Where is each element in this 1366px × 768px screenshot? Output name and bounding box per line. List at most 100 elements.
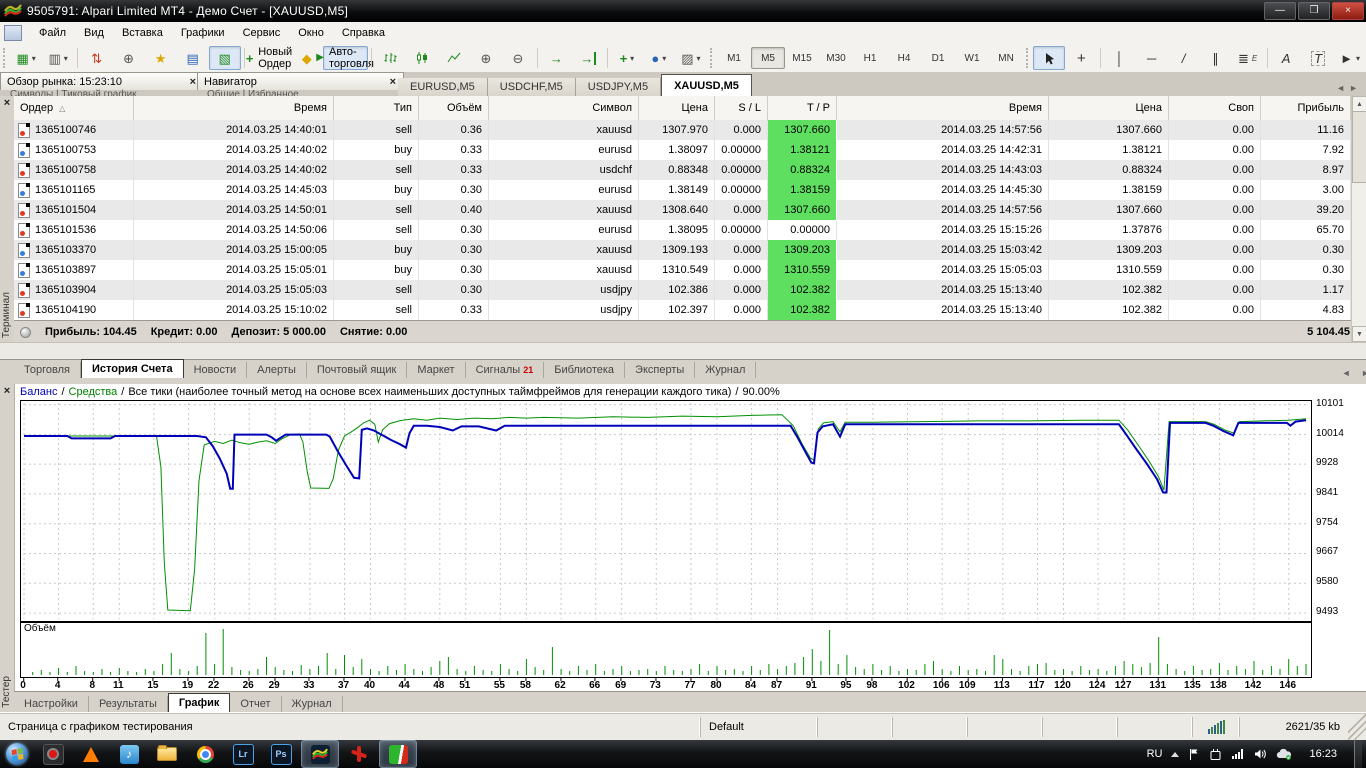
chart-shift-button[interactable]: → bbox=[572, 46, 604, 70]
cloud-sync-icon[interactable] bbox=[1276, 748, 1292, 760]
tab-Отчет[interactable]: Отчет bbox=[230, 696, 281, 712]
zoom-in-button[interactable]: ⊕ bbox=[470, 46, 502, 70]
column-header-10[interactable]: Своп bbox=[1169, 96, 1261, 120]
tab-График[interactable]: График bbox=[168, 693, 231, 712]
column-header-1[interactable]: Время bbox=[134, 96, 334, 120]
terminal-close-button[interactable]: × bbox=[1, 98, 13, 110]
column-header-3[interactable]: Объём bbox=[419, 96, 489, 120]
taskbar-app-mt4[interactable] bbox=[301, 740, 339, 768]
resize-grip[interactable] bbox=[1348, 713, 1366, 741]
history-row-1365103897[interactable]: 13651038972014.03.25 15:05:01buy0.30xauu… bbox=[14, 260, 1351, 281]
child-window-icon[interactable] bbox=[4, 25, 22, 41]
toolbar-grip3[interactable] bbox=[1026, 48, 1030, 68]
column-header-7[interactable]: T / P bbox=[768, 96, 837, 120]
text-label-button[interactable]: T bbox=[1302, 46, 1334, 70]
tab-Торговля[interactable]: Торговля bbox=[14, 362, 81, 378]
taskbar-app-vlc[interactable] bbox=[73, 741, 109, 767]
autotrading-button[interactable]: ▶Авто-торговля bbox=[323, 46, 368, 70]
timeframe-W1[interactable]: W1 bbox=[955, 47, 989, 69]
scroll-up-button[interactable]: ▲ bbox=[1352, 96, 1366, 112]
column-header-6[interactable]: S / L bbox=[715, 96, 768, 120]
market-watch-panel-tab[interactable]: Обзор рынка: 15:23:10 × bbox=[0, 72, 204, 90]
menu-Вставка[interactable]: Вставка bbox=[113, 24, 172, 42]
horizontal-line-button[interactable]: ─ bbox=[1136, 46, 1168, 70]
timeframe-MN[interactable]: MN bbox=[989, 47, 1023, 69]
show-desktop-button[interactable] bbox=[1354, 740, 1362, 768]
column-header-2[interactable]: Тип bbox=[334, 96, 419, 120]
menu-Вид[interactable]: Вид bbox=[75, 24, 113, 42]
chart-tab-USDCHF,M5[interactable]: USDCHF,M5 bbox=[488, 78, 576, 96]
taskbar-app-antivirus[interactable] bbox=[341, 741, 377, 767]
timeframe-M30[interactable]: M30 bbox=[819, 47, 853, 69]
volume-chart[interactable]: Объём bbox=[20, 622, 1312, 678]
history-row-1365101165[interactable]: 13651011652014.03.25 14:45:03buy0.30euru… bbox=[14, 180, 1351, 201]
start-button[interactable] bbox=[0, 741, 34, 767]
toolbar-grip2[interactable] bbox=[710, 48, 714, 68]
history-row-1365103370[interactable]: 13651033702014.03.25 15:00:05buy0.30xauu… bbox=[14, 240, 1351, 261]
timeframe-H1[interactable]: H1 bbox=[853, 47, 887, 69]
fibonacci-button[interactable]: ≣E bbox=[1232, 46, 1264, 70]
tester-close-button[interactable]: × bbox=[1, 386, 13, 398]
column-header-0[interactable]: Ордер△ bbox=[14, 96, 134, 120]
taskbar-app-explorer[interactable] bbox=[149, 741, 185, 767]
zoom-out-button[interactable]: ⊖ bbox=[502, 46, 534, 70]
history-row-1365101504[interactable]: 13651015042014.03.25 14:50:01sell0.40xau… bbox=[14, 200, 1351, 221]
tab-Почтовый ящик[interactable]: Почтовый ящик bbox=[307, 362, 407, 378]
arrows-palette-button[interactable]: ►▾ bbox=[1334, 46, 1366, 70]
strategy-tester-button[interactable]: ▧ bbox=[209, 46, 241, 70]
vertical-line-button[interactable]: │ bbox=[1104, 46, 1136, 70]
tray-expand-icon[interactable] bbox=[1171, 752, 1179, 757]
menu-Сервис[interactable]: Сервис bbox=[234, 24, 290, 42]
taskbar-clock[interactable]: 16:23 bbox=[1301, 748, 1345, 760]
history-row-1365100746[interactable]: 13651007462014.03.25 14:40:01sell0.36xau… bbox=[14, 120, 1351, 141]
menu-Графики[interactable]: Графики bbox=[172, 24, 234, 42]
auto-scroll-button[interactable]: → bbox=[540, 46, 572, 70]
bar-chart-button[interactable] bbox=[374, 46, 406, 70]
chart-tab-USDJPY,M5[interactable]: USDJPY,M5 bbox=[576, 78, 661, 96]
terminal-button[interactable]: ▤ bbox=[177, 46, 209, 70]
line-chart-button[interactable] bbox=[438, 46, 470, 70]
market-watch-button[interactable]: ⇅ bbox=[81, 46, 113, 70]
timeframe-D1[interactable]: D1 bbox=[921, 47, 955, 69]
maximize-button[interactable]: ❒ bbox=[1298, 2, 1330, 20]
taskbar-app-chrome[interactable] bbox=[187, 741, 223, 767]
cursor-button[interactable] bbox=[1033, 46, 1065, 70]
tab-Алерты[interactable]: Алерты bbox=[247, 362, 307, 378]
new-chart-button[interactable]: ▦▾ bbox=[10, 46, 42, 70]
tab-Библиотека[interactable]: Библиотека bbox=[544, 362, 625, 378]
data-window-button[interactable]: ⊕ bbox=[113, 46, 145, 70]
navigator-panel-tab[interactable]: Навигатор × bbox=[197, 72, 404, 90]
navigator-subtabs[interactable]: Общие | Избранное bbox=[197, 89, 402, 96]
profiles-button[interactable]: ▥▾ bbox=[42, 46, 74, 70]
history-row-1365104190[interactable]: 13651041902014.03.25 15:10:02sell0.33usd… bbox=[14, 300, 1351, 321]
taskbar-app-photoshop[interactable]: Ps bbox=[263, 741, 299, 767]
timeframe-M5[interactable]: M5 bbox=[751, 47, 785, 69]
taskbar-app-lightroom[interactable]: Lr bbox=[225, 741, 261, 767]
language-indicator[interactable]: RU bbox=[1147, 748, 1163, 760]
timeframe-M1[interactable]: M1 bbox=[717, 47, 751, 69]
history-row-1365103904[interactable]: 13651039042014.03.25 15:05:03sell0.30usd… bbox=[14, 280, 1351, 301]
scroll-down-button[interactable]: ▼ bbox=[1352, 326, 1366, 342]
tab-Журнал[interactable]: Журнал bbox=[282, 696, 343, 712]
taskbar-app-screen-recorder[interactable] bbox=[35, 741, 71, 767]
channel-button[interactable]: ∥ bbox=[1200, 46, 1232, 70]
status-profile[interactable]: Default bbox=[700, 717, 817, 737]
minimize-button[interactable]: — bbox=[1264, 2, 1296, 20]
toolbar-grip[interactable] bbox=[3, 48, 7, 68]
templates-button[interactable]: ▨▾ bbox=[675, 46, 707, 70]
device-icon[interactable] bbox=[1209, 748, 1222, 761]
tab-scroll-arrows[interactable]: ◄ ► bbox=[1342, 368, 1366, 378]
column-header-5[interactable]: Цена bbox=[639, 96, 715, 120]
tab-Эксперты[interactable]: Эксперты bbox=[625, 362, 695, 378]
indicators-button[interactable]: +▾ bbox=[611, 46, 643, 70]
chart-tab-scroll[interactable]: ◄► bbox=[1336, 83, 1362, 93]
tab-Новости[interactable]: Новости bbox=[184, 362, 248, 378]
text-button[interactable]: A bbox=[1270, 46, 1302, 70]
close-button[interactable]: × bbox=[1332, 2, 1364, 20]
navigator-button[interactable]: ★ bbox=[145, 46, 177, 70]
tab-Сигналы[interactable]: Сигналы21 bbox=[466, 362, 545, 378]
trendline-button[interactable]: / bbox=[1168, 46, 1200, 70]
action-center-flag-icon[interactable] bbox=[1188, 748, 1200, 761]
tab-История Счета[interactable]: История Счета bbox=[81, 359, 184, 378]
taskbar-app-mt4-tester[interactable] bbox=[379, 740, 417, 768]
